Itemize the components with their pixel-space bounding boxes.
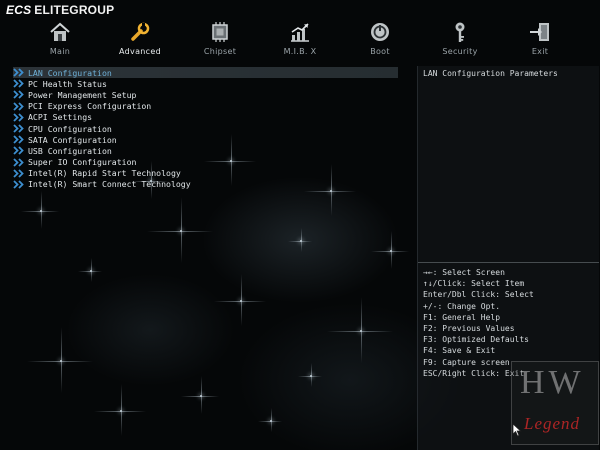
star-flare xyxy=(361,297,362,363)
tab-advanced[interactable]: Advanced xyxy=(100,20,180,60)
star-flare xyxy=(241,274,242,326)
watermark: HW Legend xyxy=(511,361,599,445)
menu-item-label: PCI Express Configuration xyxy=(28,101,152,112)
menu-item-label: LAN Configuration xyxy=(28,67,112,78)
menu-item[interactable]: Intel(R) Rapid Start Technology xyxy=(13,168,398,179)
tab-advanced-label: Advanced xyxy=(119,47,161,56)
house-icon xyxy=(50,22,70,41)
star-flare xyxy=(201,376,202,414)
key-hint: F3: Optimized Defaults xyxy=(423,335,529,345)
menu-item[interactable]: PC Health Status xyxy=(13,78,398,89)
star-flare xyxy=(301,228,302,252)
tab-chipset-label: Chipset xyxy=(203,47,237,56)
help-title: LAN Configuration Parameters xyxy=(423,69,558,78)
menu-item-label: SATA Configuration xyxy=(28,134,117,145)
tab-bar: Main Advanced Chipset M.I.B. X Boot Secu… xyxy=(20,20,590,60)
menu-item[interactable]: Power Management Setup xyxy=(13,89,398,100)
star-flare xyxy=(258,421,282,422)
double-chevron-icon xyxy=(13,113,24,122)
star-flare xyxy=(311,363,312,387)
menu-item-label: Power Management Setup xyxy=(28,89,137,100)
menu-item-label: Intel(R) Rapid Start Technology xyxy=(28,168,181,179)
menu-item-label: ACPI Settings xyxy=(28,112,93,123)
wrench-icon xyxy=(131,22,150,41)
star-flare xyxy=(147,231,213,232)
double-chevron-icon xyxy=(13,90,24,100)
key-hint: →←: Select Screen xyxy=(423,268,505,278)
brand-name: ELITEGROUP xyxy=(34,3,115,17)
star-flare xyxy=(298,376,322,377)
double-chevron-icon xyxy=(13,180,24,189)
star-flare xyxy=(41,191,42,229)
tab-chipset[interactable]: Chipset xyxy=(180,20,260,60)
menu-item[interactable]: PCI Express Configuration xyxy=(13,101,398,112)
tab-exit-label: Exit xyxy=(531,47,549,56)
star-flare xyxy=(94,411,146,412)
star-flare xyxy=(271,408,272,432)
double-chevron-icon xyxy=(13,135,24,144)
tab-mib-x[interactable]: M.I.B. X xyxy=(260,20,340,60)
menu-item[interactable]: USB Configuration xyxy=(13,145,398,156)
key-hint: ↑↓/Click: Select Item xyxy=(423,279,525,289)
tab-mib-x-label: M.I.B. X xyxy=(283,47,317,56)
double-chevron-icon xyxy=(13,68,24,77)
double-chevron-icon xyxy=(13,102,24,111)
double-chevron-icon xyxy=(13,146,24,156)
menu-item-label: Intel(R) Smart Connect Technology xyxy=(28,179,191,190)
double-chevron-icon xyxy=(13,169,24,178)
star-flare xyxy=(304,191,356,192)
chip-icon xyxy=(212,22,228,42)
watermark-legend: Legend xyxy=(524,414,581,433)
menu-item[interactable]: CPU Configuration xyxy=(13,123,398,134)
star-flare xyxy=(371,251,409,252)
key-hint: +/-: Change Opt. xyxy=(423,301,501,311)
key-icon xyxy=(455,22,465,42)
double-chevron-icon xyxy=(13,124,24,133)
key-hint: F1: General Help xyxy=(423,312,501,322)
help-divider xyxy=(418,262,599,263)
advanced-menu-list: LAN Configuration PC Health Status Power M… xyxy=(13,67,398,190)
star-flare xyxy=(78,271,102,272)
star-flare xyxy=(214,301,266,302)
star-flare xyxy=(327,331,393,332)
menu-item[interactable]: Super IO Configuration xyxy=(13,157,398,168)
menu-item[interactable]: SATA Configuration xyxy=(13,134,398,145)
star-flare xyxy=(61,327,62,393)
exit-door-icon xyxy=(530,23,549,41)
star-flare xyxy=(121,384,122,436)
star-flare xyxy=(181,396,219,397)
double-chevron-icon xyxy=(13,79,24,88)
menu-item[interactable]: Intel(R) Smart Connect Technology xyxy=(13,179,398,190)
menu-item-label: CPU Configuration xyxy=(28,123,112,134)
tab-security-label: Security xyxy=(442,47,478,56)
menu-item[interactable]: LAN Configuration xyxy=(13,67,398,79)
tab-exit[interactable]: Exit xyxy=(500,20,580,60)
watermark-hw: HW xyxy=(520,364,585,401)
header-bar: ECS ELITEGROUP Main Advanced Chipset M.I… xyxy=(0,0,600,62)
tab-main-label: Main xyxy=(49,47,71,56)
double-chevron-icon xyxy=(13,157,24,167)
menu-item-label: PC Health Status xyxy=(28,78,107,89)
chart-icon xyxy=(291,23,309,42)
star-flare xyxy=(391,231,392,269)
star-flare xyxy=(91,258,92,282)
star-flare xyxy=(288,241,312,242)
key-hint: Enter/Dbl Click: Select xyxy=(423,290,534,300)
menu-item-label: USB Configuration xyxy=(28,145,112,156)
key-hint: F2: Previous Values xyxy=(423,324,515,334)
tab-main[interactable]: Main xyxy=(20,20,100,60)
mouse-cursor-icon xyxy=(512,423,522,437)
ecs-logo: ECS xyxy=(6,3,32,17)
star-flare xyxy=(21,211,59,212)
key-hint: F4: Save & Exit xyxy=(423,346,496,356)
menu-item-label: Super IO Configuration xyxy=(28,157,137,168)
star-flare xyxy=(27,361,93,362)
brand-logo: ECS ELITEGROUP xyxy=(6,3,114,17)
menu-item[interactable]: ACPI Settings xyxy=(13,112,398,123)
star-flare xyxy=(181,197,182,263)
tab-security[interactable]: Security xyxy=(420,20,500,60)
power-icon xyxy=(371,23,389,41)
tab-boot[interactable]: Boot xyxy=(340,20,420,60)
tab-boot-label: Boot xyxy=(370,47,390,56)
